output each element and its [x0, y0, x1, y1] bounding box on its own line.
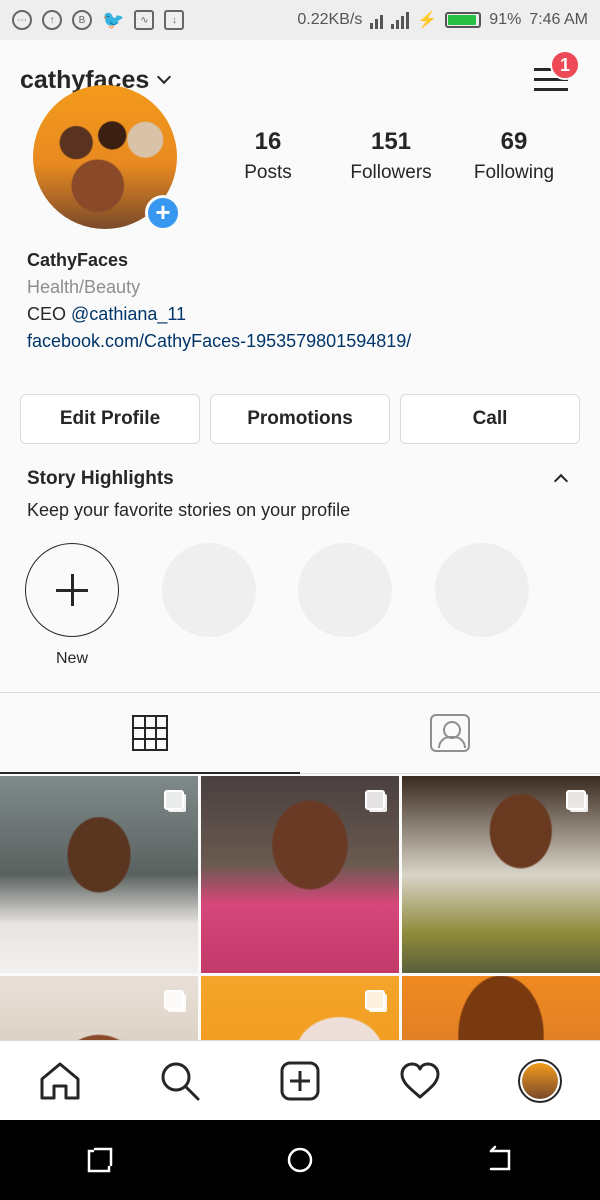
stat-value: 69 [500, 128, 528, 155]
profile-tabs [0, 692, 600, 774]
carousel-icon [365, 990, 385, 1010]
cell-signal-icon [391, 11, 410, 29]
network-speed: 0.22KB/s [297, 11, 363, 28]
mention-link[interactable]: @cathiana_11 [71, 304, 186, 324]
battery-percent: 91% [489, 11, 522, 28]
charging-icon: ⚡ [417, 12, 438, 29]
home-circle-icon [287, 1147, 313, 1173]
stat-followers[interactable]: 151 Followers [328, 128, 454, 184]
nav-new-post[interactable] [270, 1051, 330, 1111]
clock: 7:46 AM [529, 11, 588, 28]
back-icon [489, 1145, 511, 1171]
post-thumbnail[interactable] [402, 776, 600, 973]
profile-avatar-icon [518, 1058, 562, 1103]
new-highlight-button[interactable] [25, 543, 119, 637]
carousel-icon [566, 790, 586, 810]
call-button[interactable]: Call [400, 394, 580, 444]
nav-activity[interactable] [390, 1051, 450, 1111]
hamburger-line [534, 88, 568, 91]
grid-icon [132, 715, 168, 751]
chevron-down-icon[interactable] [157, 69, 172, 85]
home-button[interactable] [270, 1130, 330, 1190]
home-icon [40, 1062, 80, 1099]
stat-following[interactable]: 69 Following [454, 128, 574, 184]
highlight-placeholder [435, 543, 529, 637]
tab-tagged[interactable] [300, 693, 600, 773]
search-icon [161, 1062, 200, 1100]
post-thumbnail[interactable] [0, 776, 198, 973]
tab-grid[interactable] [0, 693, 300, 774]
twitter-icon: 🐦 [102, 9, 125, 30]
highlight-placeholder [162, 543, 256, 637]
post-thumbnail[interactable] [402, 976, 600, 1040]
stat-label: Followers [350, 162, 432, 183]
notification-badge: 1 [550, 50, 580, 80]
post-thumbnail[interactable] [201, 976, 399, 1040]
carousel-icon [164, 990, 184, 1010]
menu-button[interactable]: 1 [534, 50, 580, 96]
battery-icon [445, 12, 482, 28]
status-bar: ⋯ ↑ B 🐦 ∿ ↓ 0.22KB/s ⚡ 91% 7:46 AM [0, 0, 600, 40]
message-icon: ⋯ [12, 10, 32, 30]
bottom-nav [0, 1040, 600, 1120]
profile-actions: Edit Profile Promotions Call [20, 394, 580, 444]
add-post-icon [280, 1061, 320, 1100]
post-grid [0, 776, 600, 1040]
carousel-icon [365, 790, 385, 810]
website-link[interactable]: facebook.com/CathyFaces-1953579801594819… [27, 328, 411, 355]
display-name: CathyFaces [27, 250, 129, 270]
active-tab-indicator [0, 772, 300, 774]
promotions-button[interactable]: Promotions [210, 394, 390, 444]
stat-value: 151 [370, 128, 412, 155]
profile-stats: 16 Posts 151 Followers 69 Following [208, 128, 588, 184]
add-story-button[interactable]: + [145, 195, 181, 231]
nav-search[interactable] [150, 1051, 210, 1111]
bio-role: CEO [27, 304, 67, 324]
post-thumbnail[interactable] [0, 976, 198, 1040]
bio-text: CEO @cathiana_11 [27, 301, 411, 328]
heart-icon [400, 1062, 440, 1098]
signal-icon [370, 11, 384, 29]
recent-apps-button[interactable] [70, 1130, 130, 1190]
nav-home[interactable] [30, 1051, 90, 1111]
post-thumbnail[interactable] [201, 776, 399, 973]
category-label: Health/Beauty [27, 277, 141, 297]
cloud-upload-icon: ↑ [42, 10, 62, 30]
highlights-subtitle: Keep your favorite stories on your profi… [27, 500, 351, 520]
chevron-up-icon[interactable] [553, 473, 569, 489]
edit-profile-button[interactable]: Edit Profile [20, 394, 200, 444]
profile-avatar-wrap[interactable]: + [33, 85, 181, 231]
highlight-placeholder [298, 543, 392, 637]
highlights-title: Story Highlights [27, 468, 174, 489]
stat-label: Posts [244, 162, 292, 183]
b-app-icon: B [72, 10, 92, 30]
profile-bio: CathyFaces Health/Beauty CEO @cathiana_1… [27, 247, 411, 355]
stat-label: Following [473, 162, 555, 183]
stat-value: 16 [254, 128, 282, 155]
recent-apps-icon [87, 1147, 113, 1173]
carousel-icon [164, 790, 184, 810]
stat-posts[interactable]: 16 Posts [208, 128, 328, 184]
new-highlight-label: New [55, 650, 88, 667]
nav-profile[interactable] [510, 1051, 570, 1111]
system-nav-bar [0, 1120, 600, 1200]
tagged-user-icon [430, 714, 470, 752]
download-icon: ↓ [164, 10, 185, 30]
pulse-icon: ∿ [134, 10, 155, 30]
back-button[interactable] [470, 1130, 530, 1190]
